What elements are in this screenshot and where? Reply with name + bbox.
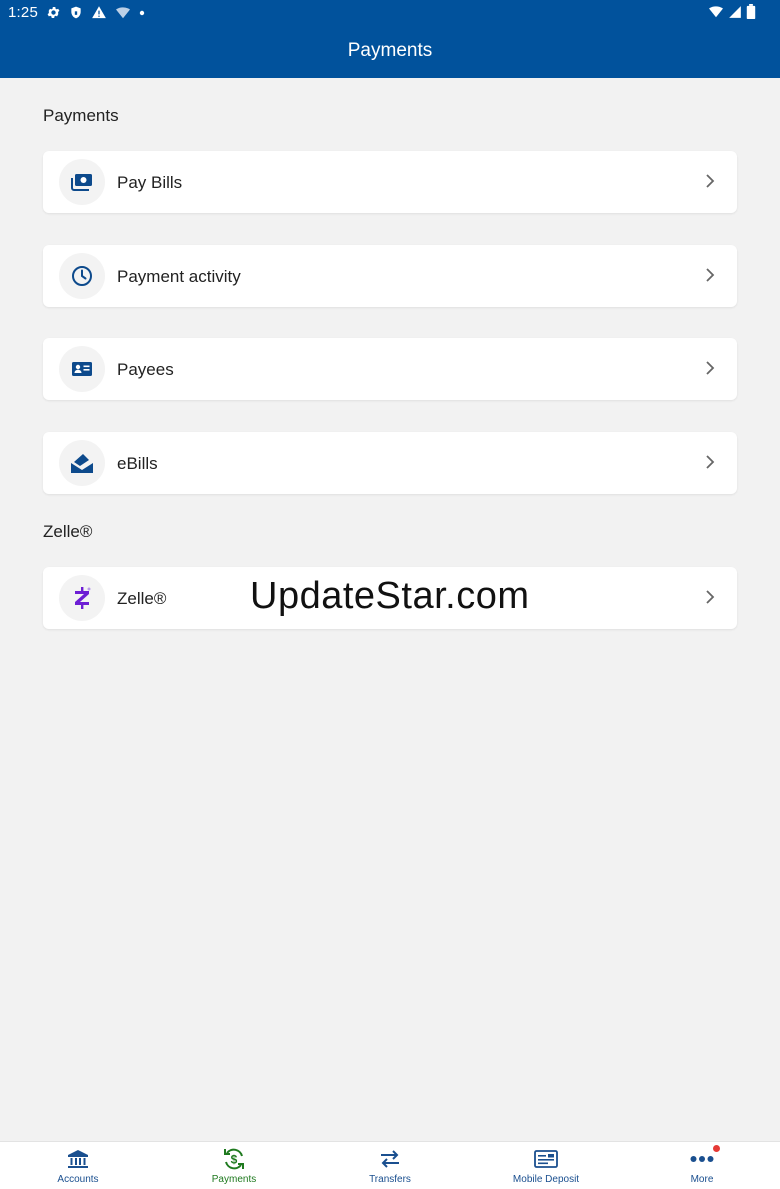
nav-more-label: More <box>690 1174 714 1185</box>
payment-activity-label: Payment activity <box>117 267 241 286</box>
nav-transfers-label: Transfers <box>369 1174 411 1185</box>
notification-badge <box>713 1145 720 1152</box>
nav-accounts[interactable]: Accounts <box>0 1142 156 1189</box>
payees-item[interactable]: Payees <box>43 338 737 400</box>
wifi-icon <box>708 5 724 19</box>
payees-label: Payees <box>117 360 174 379</box>
wifi-question-icon <box>115 6 131 20</box>
svg-text:$: $ <box>231 1153 238 1167</box>
transfer-icon <box>379 1147 401 1171</box>
section-title-payments: Payments <box>43 106 119 125</box>
clock-icon <box>59 253 105 299</box>
settings-gear-icon <box>46 5 61 20</box>
shield-icon <box>69 5 83 20</box>
app-bar: 1:25 Payments <box>0 0 780 78</box>
nav-more[interactable]: More <box>624 1142 780 1189</box>
bank-icon <box>67 1147 89 1171</box>
chevron-right-icon <box>705 361 715 380</box>
nav-payments-label: Payments <box>211 1174 257 1185</box>
nav-accounts-label: Accounts <box>57 1174 99 1185</box>
bottom-navigation: Accounts $ Payments Transfers Mobile Dep… <box>0 1141 780 1189</box>
chevron-right-icon <box>705 590 715 609</box>
zelle-icon <box>59 575 105 621</box>
nav-mobile-deposit[interactable]: Mobile Deposit <box>468 1142 624 1189</box>
page-title: Payments <box>347 40 433 61</box>
ebills-item[interactable]: eBills <box>43 432 737 494</box>
chevron-right-icon <box>705 455 715 474</box>
section-title-zelle: Zelle® <box>43 522 93 541</box>
payments-icon: $ <box>222 1147 246 1171</box>
envelope-icon <box>59 440 105 486</box>
chevron-right-icon <box>705 174 715 193</box>
bill-icon <box>59 159 105 205</box>
pay-bills-label: Pay Bills <box>117 173 183 192</box>
nav-mobile-deposit-label: Mobile Deposit <box>512 1174 580 1185</box>
nav-payments[interactable]: $ Payments <box>156 1142 312 1189</box>
chevron-right-icon <box>705 268 715 287</box>
signal-icon <box>728 5 742 19</box>
nav-transfers[interactable]: Transfers <box>312 1142 468 1189</box>
check-deposit-icon <box>534 1147 558 1171</box>
status-time: 1:25 <box>8 4 38 21</box>
ebills-label: eBills <box>117 454 158 473</box>
status-bar: 1:25 <box>0 0 780 26</box>
payment-activity-item[interactable]: Payment activity <box>43 245 737 307</box>
contact-card-icon <box>59 346 105 392</box>
notification-dot-icon <box>139 10 145 16</box>
battery-icon <box>746 4 756 19</box>
warning-icon <box>91 5 107 20</box>
watermark-text: UpdateStar.com <box>250 575 530 617</box>
pay-bills-item[interactable]: Pay Bills <box>43 151 737 213</box>
more-dots-icon <box>690 1145 720 1171</box>
zelle-label: Zelle® <box>117 589 167 608</box>
